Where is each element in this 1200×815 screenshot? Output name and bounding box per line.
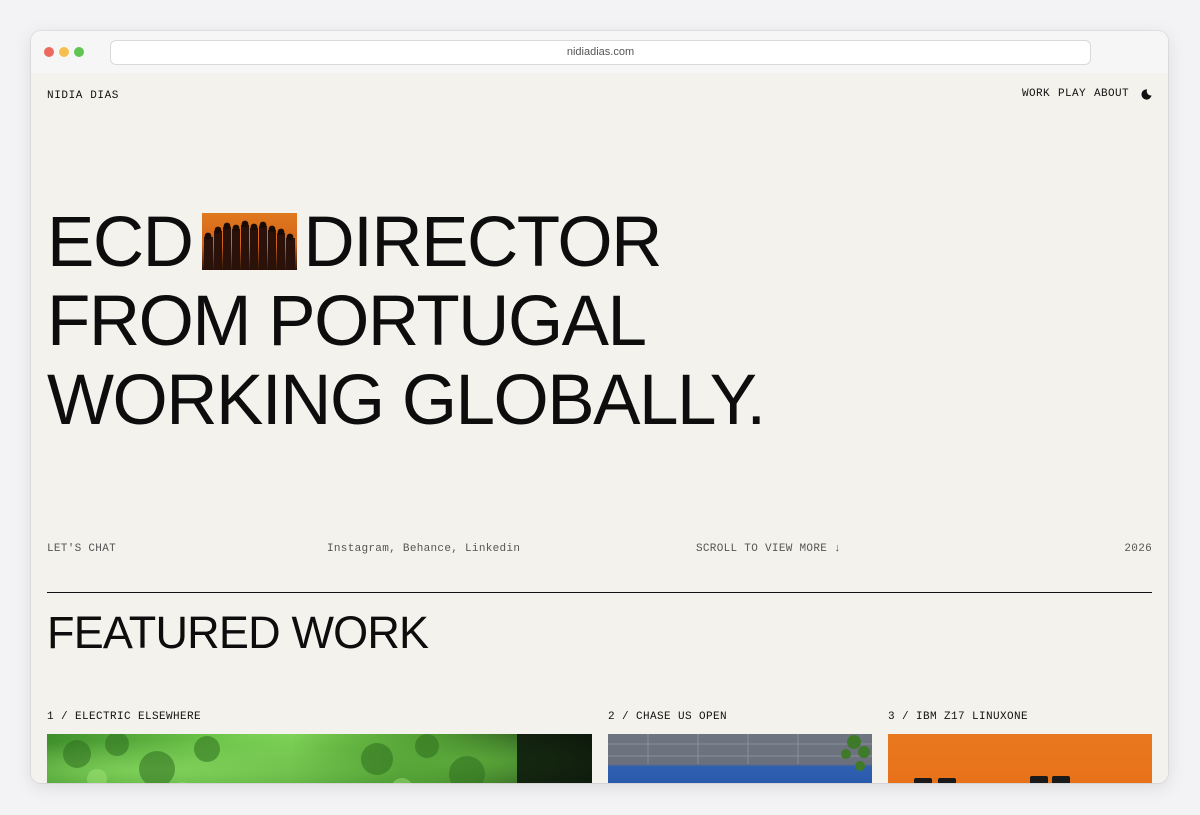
nav-play-link[interactable]: PLAY [1058,88,1086,100]
year-text: 2026 [1124,543,1152,555]
featured-work-title: FEATURED WORK [47,607,429,658]
brand-logo[interactable]: NIDIA DIAS [47,90,119,102]
section-divider [47,592,1152,593]
moon-icon[interactable] [1141,88,1152,100]
work-item-2-image[interactable] [608,734,872,783]
work-item-1-label[interactable]: 1 / ELECTRIC ELSEWHERE [47,711,201,723]
work-item-1-image[interactable] [47,734,592,783]
hero-line-1-end: DIRECTOR [303,203,662,282]
address-bar[interactable]: nidiadias.com [110,40,1091,65]
browser-chrome: nidiadias.com [31,31,1168,74]
maximize-window-button[interactable] [74,47,84,57]
work-item-3-label[interactable]: 3 / IBM Z17 LINUXONE [888,711,1028,723]
hero-line-2: FROM PORTUGAL [47,282,647,361]
work-item-2-label[interactable]: 2 / CHASE US OPEN [608,711,727,723]
nav-work-link[interactable]: WORK [1022,88,1050,100]
social-links[interactable]: Instagram, Behance, Linkedin [327,543,520,555]
hero-line-3: WORKING GLOBALLY. [47,361,766,440]
work-item-3-image[interactable] [888,734,1152,783]
scroll-hint: SCROLL TO VIEW MORE ↓ [696,543,841,555]
minimize-window-button[interactable] [59,47,69,57]
close-window-button[interactable] [44,47,54,57]
page-content: NIDIA DIAS WORK PLAY ABOUT ECD DIRECTOR … [31,73,1168,783]
hero-thumbnail-image [202,213,298,270]
hero-headline: ECD DIRECTOR FROM PORTUGAL WORKING GLOBA… [47,203,766,440]
main-nav: WORK PLAY ABOUT [1022,88,1152,100]
lets-chat-link[interactable]: LET'S CHAT [47,543,116,555]
browser-window: nidiadias.com NIDIA DIAS WORK PLAY ABOUT… [31,31,1168,783]
hero-line-1: ECD DIRECTOR [47,203,765,282]
nav-about-link[interactable]: ABOUT [1094,88,1129,100]
hero-line-1-start: ECD [47,203,194,282]
